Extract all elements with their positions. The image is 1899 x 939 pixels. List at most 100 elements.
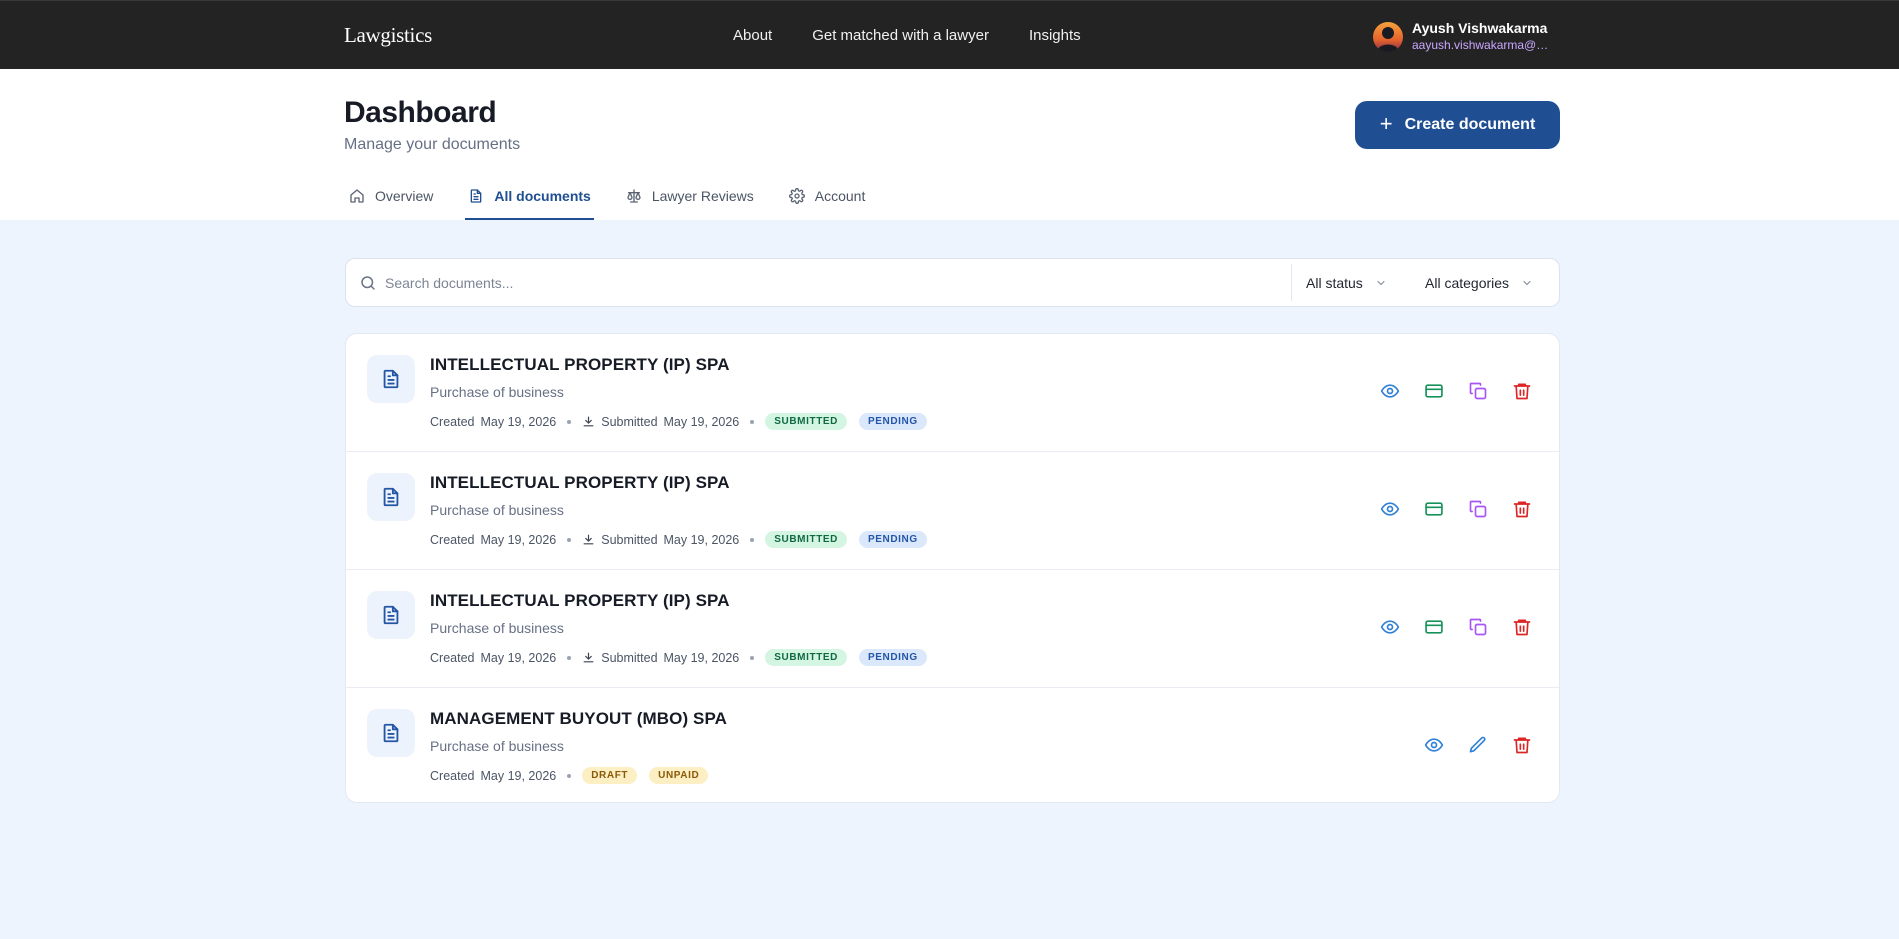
tab-overview[interactable]: Overview [346,181,436,220]
create-document-label: Create document [1404,116,1536,133]
submitted-date: May 19, 2026 [663,650,740,665]
view-button[interactable] [1378,615,1402,639]
payment-badge: PENDING [859,413,927,430]
payment-button[interactable] [1422,615,1446,639]
status-badge: DRAFT [582,767,638,784]
duplicate-button[interactable] [1466,615,1490,639]
created-label: Created [430,414,475,429]
create-document-button[interactable]: + Create document [1355,101,1560,149]
tab-account[interactable]: Account [786,181,869,220]
chevron-down-icon [1523,280,1531,285]
user-menu[interactable]: Ayush Vishwakarma aayush.vishwakarma@gr.… [1373,19,1552,54]
document-icon-badge [367,355,415,403]
status-badge: SUBMITTED [765,649,847,666]
gear-icon [788,188,805,204]
page-title: Dashboard [344,96,497,129]
download-icon [583,652,594,663]
view-button[interactable] [1422,733,1446,757]
delete-button[interactable] [1510,615,1534,639]
document-category: Purchase of business [430,502,564,518]
payment-badge: PENDING [859,649,927,666]
row-actions [1378,615,1534,639]
document-list: INTELLECTUAL PROPERTY (IP) SPA Purchase … [345,333,1560,803]
view-button[interactable] [1378,379,1402,403]
created-label: Created [430,532,475,547]
nav-link-get-matched[interactable]: Get matched with a lawyer [812,27,989,44]
document-title[interactable]: INTELLECTUAL PROPERTY (IP) SPA [430,473,730,493]
document-icon [383,605,399,625]
trash-icon [1513,383,1531,400]
copy-icon [1469,500,1487,518]
meta-separator [750,655,755,660]
submitted-date: May 19, 2026 [663,532,740,547]
search-input[interactable] [385,274,1285,291]
top-navbar: Lawgistics About Get matched with a lawy… [0,0,1899,69]
trash-icon [1513,619,1531,636]
page-subtitle: Manage your documents [344,136,521,153]
meta-separator [567,419,572,424]
list-item[interactable]: MANAGEMENT BUYOUT (MBO) SPA Purchase of … [346,688,1559,802]
submitted-label: Submitted [601,650,658,665]
document-category: Purchase of business [430,620,564,636]
document-meta: Created May 19, 2026 Submitted May 19, 2… [430,649,939,666]
tab-all-documents[interactable]: All documents [465,181,595,220]
eye-icon [1424,738,1444,752]
created-date: May 19, 2026 [480,768,557,783]
meta-separator [567,773,572,778]
category-filter-select[interactable]: All categories [1425,259,1533,306]
duplicate-button[interactable] [1466,497,1490,521]
list-item[interactable]: INTELLECTUAL PROPERTY (IP) SPA Purchase … [346,334,1559,452]
copy-icon [1469,382,1487,400]
meta-separator [750,537,755,542]
tab-overview-label: Overview [375,188,434,204]
duplicate-button[interactable] [1466,379,1490,403]
tab-lawyer-reviews-label: Lawyer Reviews [651,188,754,204]
trash-icon [1513,501,1531,518]
scale-icon [627,189,641,203]
search-divider [1291,264,1292,301]
delete-button[interactable] [1510,497,1534,521]
delete-button[interactable] [1510,379,1534,403]
document-icon-badge [367,591,415,639]
status-filter-value: All status [1306,274,1363,291]
user-email: aayush.vishwakarma@gr... [1412,38,1552,52]
document-icon [383,723,399,743]
nav-link-about[interactable]: About [733,27,772,44]
submitted-label: Submitted [601,532,658,547]
view-button[interactable] [1378,497,1402,521]
download-icon [583,416,594,427]
document-meta: Created May 19, 2026 Submitted May 19, 2… [430,531,939,548]
row-actions [1378,379,1534,403]
nav-link-insights[interactable]: Insights [1029,27,1081,44]
search-bar: All status All categories [345,258,1560,307]
edit-button[interactable] [1466,733,1490,757]
list-item[interactable]: INTELLECTUAL PROPERTY (IP) SPA Purchase … [346,570,1559,688]
eye-icon [1380,384,1400,398]
status-filter-select[interactable]: All status [1306,259,1387,306]
tab-all-documents-label: All documents [494,188,591,204]
document-title[interactable]: INTELLECTUAL PROPERTY (IP) SPA [430,591,730,611]
payment-button[interactable] [1422,497,1446,521]
document-title[interactable]: MANAGEMENT BUYOUT (MBO) SPA [430,709,727,729]
document-meta: Created May 19, 2026 Submitted May 19, 2… [430,413,939,430]
payment-button[interactable] [1422,379,1446,403]
document-meta: Created May 19, 2026 DRAFT UNPAID [430,767,720,784]
credit-card-icon [1425,384,1443,398]
brand-logo[interactable]: Lawgistics [344,23,432,48]
document-icon [471,189,482,203]
document-title[interactable]: INTELLECTUAL PROPERTY (IP) SPA [430,355,730,375]
tab-lawyer-reviews[interactable]: Lawyer Reviews [623,181,757,220]
document-category: Purchase of business [430,738,564,754]
row-actions [1378,497,1534,521]
list-item[interactable]: INTELLECTUAL PROPERTY (IP) SPA Purchase … [346,452,1559,570]
plus-icon: + [1379,111,1393,136]
delete-button[interactable] [1510,733,1534,757]
copy-icon [1469,618,1487,636]
avatar[interactable] [1373,21,1403,52]
created-label: Created [430,768,475,783]
meta-separator [567,537,572,542]
submitted-label: Submitted [601,414,658,429]
dashboard-tabs: Overview All documents Lawyer Reviews Ac… [346,181,897,220]
meta-separator [567,655,572,660]
meta-separator [750,419,755,424]
